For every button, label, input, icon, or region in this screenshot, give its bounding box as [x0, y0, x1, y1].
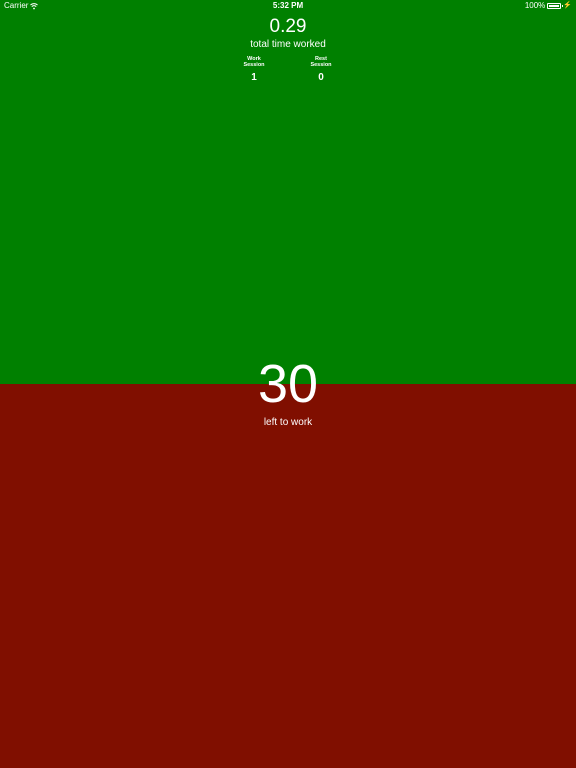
- countdown-label: left to work: [263, 417, 313, 428]
- total-time-value: 0.29: [269, 16, 307, 37]
- status-bar: Carrier 5:32 PM 100% ⚡: [0, 0, 576, 12]
- countdown-value: 30: [257, 354, 319, 414]
- rest-session-count: 0: [318, 72, 324, 83]
- rest-panel[interactable]: [0, 384, 576, 768]
- battery-percent: 100%: [524, 1, 546, 10]
- battery-group: 100% ⚡: [525, 0, 572, 12]
- timer-screen: Carrier 5:32 PM 100% ⚡ 0.29 total time w…: [0, 0, 576, 768]
- work-session-stat: Work Session 1: [224, 56, 284, 83]
- status-time: 5:32 PM: [272, 1, 304, 10]
- charging-icon: ⚡: [563, 2, 572, 9]
- rest-session-label: Rest Session: [310, 56, 332, 68]
- work-session-label: Work Session: [243, 56, 265, 68]
- work-session-count: 1: [251, 72, 257, 83]
- total-time-label: total time worked: [250, 39, 326, 50]
- rest-session-stat: Rest Session 0: [291, 56, 351, 83]
- battery-icon: [547, 3, 564, 9]
- work-panel[interactable]: [0, 0, 576, 384]
